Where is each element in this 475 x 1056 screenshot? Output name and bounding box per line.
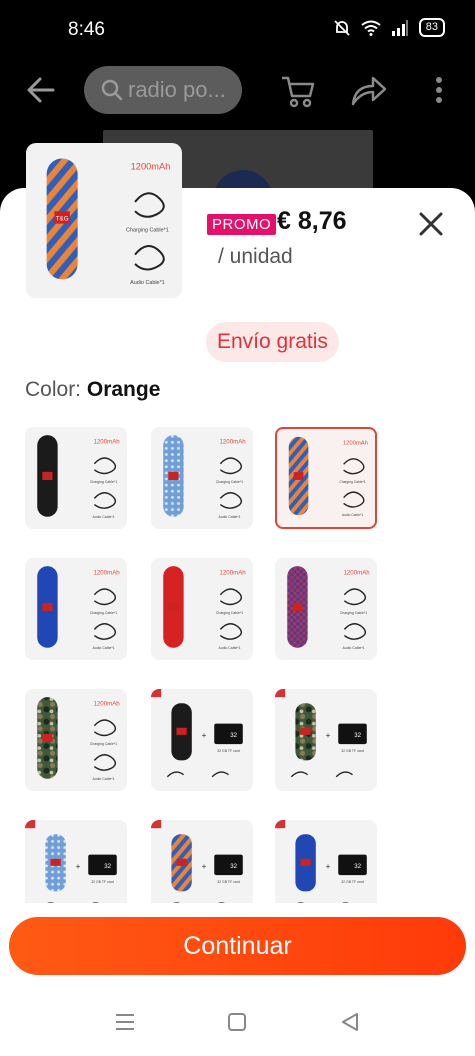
variant-image: 1200mAh Charging Cable*1 Audio Cable*1 <box>37 697 120 781</box>
price: € 8,76 <box>277 207 347 235</box>
share-icon[interactable] <box>349 72 387 106</box>
plus-sign: + <box>202 731 207 740</box>
variant-capacity: 1200mAh <box>220 438 246 445</box>
variant-grid: 1200mAh Charging Cable*1 Audio Cable*1 1… <box>25 427 385 903</box>
variant-card-text: 32 GB TF card <box>217 749 240 753</box>
variant-option[interactable]: 1200mAh Charging Cable*1 Audio Cable*1 <box>275 558 377 660</box>
mute-bell-icon <box>334 19 350 36</box>
status-bar: 8:46 83 <box>0 0 475 60</box>
speaker-image: T&G 1200mAh Charging Cable*1 Audio Cable… <box>46 158 171 286</box>
variant-card-chip: 32 <box>354 732 361 739</box>
plus-sign: + <box>326 862 331 871</box>
plus-sign: + <box>76 862 81 871</box>
variant-card-text: 32 GB TF card <box>341 880 364 884</box>
variant-card-chip: 32 <box>354 863 361 870</box>
variant-option[interactable]: 1200mAh Charging Cable*1 Audio Cable*1 <box>25 558 127 660</box>
variant-charging-text: Charging Cable*1 <box>90 611 117 615</box>
plus-sign: + <box>202 862 207 871</box>
home-icon[interactable] <box>227 1012 247 1032</box>
wifi-icon <box>361 20 381 36</box>
variant-card-chip: 32 <box>230 732 237 739</box>
variant-audio-text: Audio Cable*1 <box>93 515 115 519</box>
back-icon[interactable] <box>340 1012 360 1032</box>
signal-icon <box>391 19 408 36</box>
variant-charging-text: Charging Cable*1 <box>339 480 365 484</box>
variant-card-text: 32 GB TF card <box>91 880 114 884</box>
variant-capacity: 1200mAh <box>94 700 120 707</box>
variant-charging-text: Charging Cable*1 <box>216 480 243 484</box>
continue-button[interactable]: Continuar <box>9 917 466 975</box>
variant-option[interactable]: + 32 32 GB TF card <box>151 689 253 791</box>
status-time: 8:46 <box>68 19 105 40</box>
more-options-icon[interactable] <box>434 76 444 104</box>
variant-charging-text: Charging Cable*1 <box>216 611 243 615</box>
variant-image: 1200mAh Charging Cable*1 Audio Cable*1 <box>163 435 246 519</box>
selected-variant-image: T&G 1200mAh Charging Cable*1 Audio Cable… <box>26 143 182 298</box>
variant-capacity: 1200mAh <box>94 438 120 445</box>
variant-capacity: 1200mAh <box>344 569 370 576</box>
variant-option[interactable]: 1200mAh Charging Cable*1 Audio Cable*1 <box>151 558 253 660</box>
audio-cable-text: Audio Cable*1 <box>130 280 165 286</box>
variant-audio-text: Audio Cable*1 <box>93 777 115 781</box>
variant-option[interactable]: 1200mAh Charging Cable*1 Audio Cable*1 <box>25 689 127 791</box>
color-label-prefix: Color: <box>25 378 82 401</box>
back-arrow-icon[interactable] <box>26 76 56 104</box>
plus-sign: + <box>326 731 331 740</box>
variant-audio-text: Audio Cable*1 <box>219 515 241 519</box>
variant-charging-text: Charging Cable*1 <box>90 742 117 746</box>
variant-capacity: 1200mAh <box>94 569 120 576</box>
search-text: radio po... <box>128 77 226 102</box>
variant-card-text: 32 GB TF card <box>341 749 364 753</box>
variant-image: 1200mAh Charging Cable*1 Audio Cable*1 <box>287 566 370 650</box>
close-icon[interactable] <box>417 210 445 238</box>
variant-charging-text: Charging Cable*1 <box>90 480 117 484</box>
variant-image: 1200mAh Charging Cable*1 Audio Cable*1 <box>163 566 246 650</box>
variant-image: 1200mAh Charging Cable*1 Audio Cable*1 <box>288 436 368 517</box>
search-bar[interactable]: radio po... <box>84 66 242 114</box>
price-unit: / unidad <box>218 245 293 268</box>
variant-audio-text: Audio Cable*1 <box>343 646 365 650</box>
cart-icon[interactable] <box>280 72 316 108</box>
variant-option[interactable]: + 32 32 GB TF card <box>151 820 253 903</box>
variant-image: + 32 32 GB TF card <box>275 689 367 778</box>
charging-cable-text: Charging Cable*1 <box>126 227 169 233</box>
system-nav-bar <box>0 990 475 1056</box>
variant-option[interactable]: 1200mAh Charging Cable*1 Audio Cable*1 <box>275 427 377 529</box>
variant-card-text: 32 GB TF card <box>217 880 240 884</box>
top-bar: radio po... <box>0 62 475 120</box>
variant-capacity: 1200mAh <box>343 441 368 447</box>
variant-audio-text: Audio Cable*1 <box>93 646 115 650</box>
variant-image: 1200mAh Charging Cable*1 Audio Cable*1 <box>37 566 120 650</box>
variant-option[interactable]: 1200mAh Charging Cable*1 Audio Cable*1 <box>151 427 253 529</box>
brand-logo-text: T&G <box>56 216 69 223</box>
variant-image: 1200mAh Charging Cable*1 Audio Cable*1 <box>37 435 120 519</box>
variant-option[interactable]: + 32 32 GB TF card <box>25 820 127 903</box>
variant-audio-text: Audio Cable*1 <box>342 513 363 517</box>
variant-audio-text: Audio Cable*1 <box>219 646 241 650</box>
free-shipping-badge: Envío gratis <box>206 322 339 362</box>
variant-option[interactable]: + 32 32 GB TF card <box>275 820 377 903</box>
search-icon <box>101 79 123 101</box>
variant-card-chip: 32 <box>230 863 237 870</box>
capacity-text: 1200mAh <box>131 161 171 171</box>
variant-image: + 32 32 GB TF card <box>151 820 243 903</box>
variant-charging-text: Charging Cable*1 <box>340 611 367 615</box>
selected-color-value: Orange <box>86 378 161 401</box>
variant-option[interactable]: + 32 32 GB TF card <box>275 689 377 791</box>
variant-image: + 32 32 GB TF card <box>151 689 243 778</box>
menu-icon[interactable] <box>114 1012 136 1032</box>
variant-card-chip: 32 <box>104 863 111 870</box>
variant-image: + 32 32 GB TF card <box>25 820 117 903</box>
color-label: Color: Orange <box>25 378 160 402</box>
promo-badge: PROMO <box>207 214 277 235</box>
variant-capacity: 1200mAh <box>220 569 246 576</box>
variant-option[interactable]: 1200mAh Charging Cable*1 Audio Cable*1 <box>25 427 127 529</box>
variant-image: + 32 32 GB TF card <box>275 820 367 903</box>
battery-indicator: 83 <box>418 18 445 37</box>
